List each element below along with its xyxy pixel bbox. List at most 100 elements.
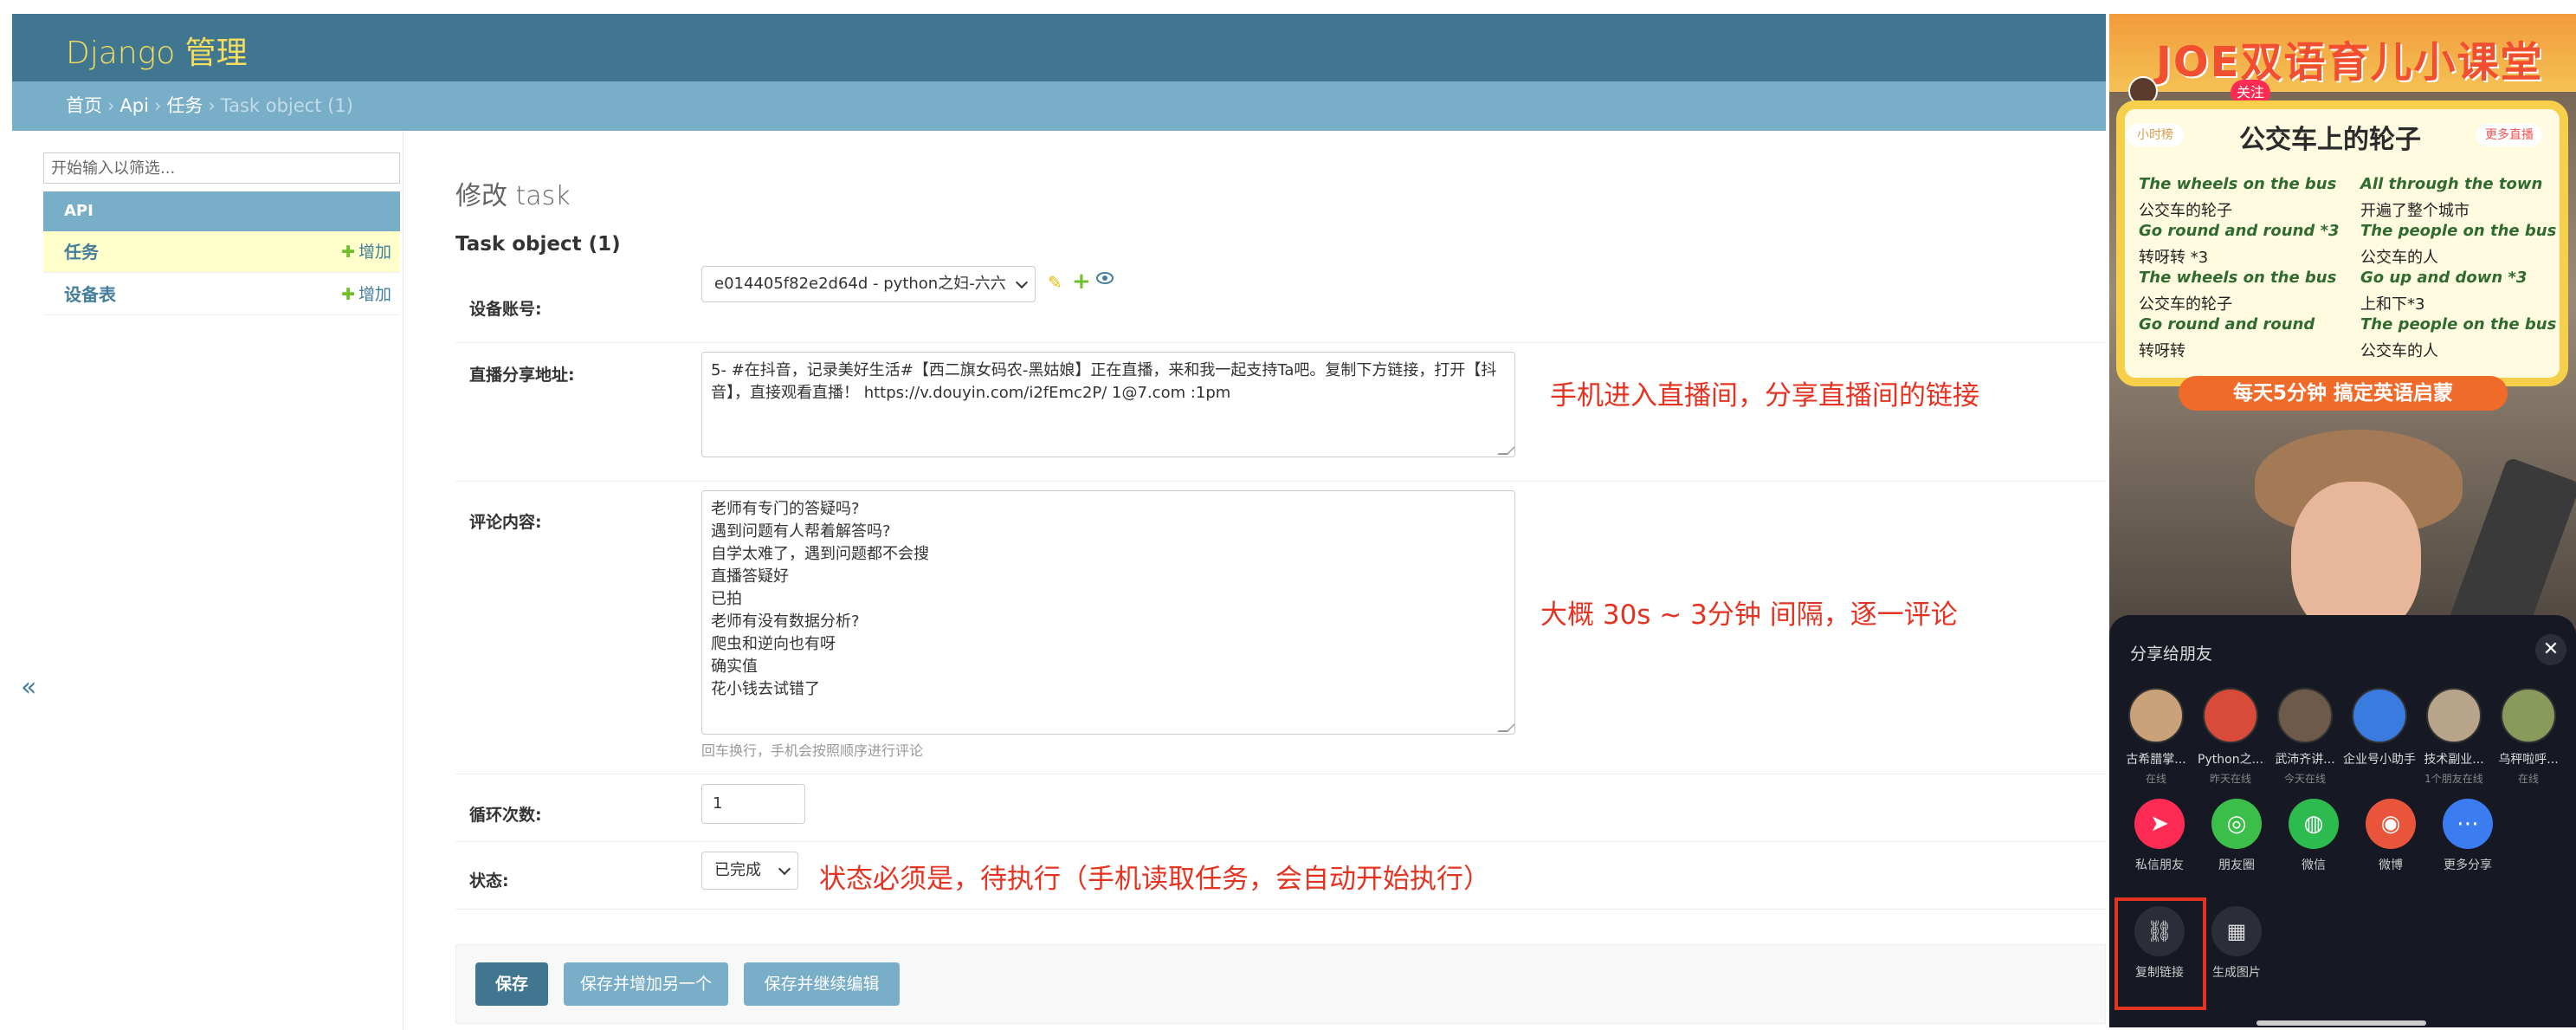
friend-status: 今天在线 <box>2283 773 2326 785</box>
nav-filter-input[interactable] <box>43 152 400 184</box>
lyric-line: The wheels on the bus <box>2139 269 2337 287</box>
home-indicator <box>2256 1020 2426 1026</box>
friend-name: 武沛齐讲... <box>2275 753 2335 767</box>
plus-icon: ✚ <box>341 285 355 304</box>
friend-name: 企业号小助手 <box>2343 753 2416 767</box>
breadcrumb-home[interactable]: 首页 <box>66 95 102 116</box>
resize-grip-icon[interactable] <box>1497 444 1514 455</box>
add-related-plus-icon[interactable]: + <box>1072 269 1091 295</box>
lyric-line: The people on the bus <box>2360 222 2557 240</box>
status-select[interactable]: 已完成 <box>701 852 798 890</box>
loop-count-input[interactable]: 1 <box>701 784 805 824</box>
breadcrumb: 首页 › Api › 任务 › Task object (1) <box>12 81 2106 131</box>
lyric-line: The people on the bus <box>2360 315 2557 334</box>
app-caption-api[interactable]: API <box>43 191 400 231</box>
lyric-line: 公交车的人 <box>2360 249 2438 267</box>
annotation-status: 状态必须是，待执行（手机读取任务，会自动开始执行） <box>819 864 1490 895</box>
direct-message-share-label: 私信朋友 <box>2135 858 2184 872</box>
save-and-continue-button[interactable]: 保存并继续编辑 <box>744 962 900 1006</box>
comment-label: 评论内容: <box>469 513 542 532</box>
share-sheet: 分享给朋友 ✕ 古希腊掌... 在线 Python之... 昨天在线 武沛齐讲... 今天… <box>2109 615 2576 1027</box>
object-title: Task object (1) <box>455 233 621 256</box>
lyrics-title: 公交车上的轮子 <box>2239 125 2421 155</box>
page-title: 修改 task <box>455 181 571 211</box>
share-url-text: 5- #在抖音，记录美好生活#【西二旗女码农-黑姑娘】正在直播，来和我一起支持T… <box>711 361 1497 402</box>
friend-status: 在线 <box>2517 773 2539 785</box>
generate-image-button[interactable]: ▦ 生成图片 <box>2200 906 2273 981</box>
sidebar-item-device: 设备表 ✚ 增加 <box>43 274 400 315</box>
more-live-tag[interactable]: 更多直播 <box>2476 124 2542 146</box>
friend-avatar <box>2501 688 2556 743</box>
edit-related-pencil-icon[interactable]: ✎ <box>1048 272 1062 293</box>
add-device-link[interactable]: ✚ 增加 <box>341 274 391 315</box>
sidebar-item-device-link[interactable]: 设备表 <box>64 284 116 305</box>
friend-name: 古希腊掌... <box>2126 753 2186 767</box>
more-share-icon: ⋯ <box>2443 799 2493 849</box>
friend-share-target[interactable]: 乌秤啦呼... 在线 <box>2490 688 2566 786</box>
weibo-share-button[interactable]: ◉ 微博 <box>2354 799 2427 873</box>
more-share-label: 更多分享 <box>2444 858 2492 872</box>
lyrics-ribbon: 每天5分钟 搞定英语启蒙 <box>2179 376 2508 411</box>
django-admin-window: Django 管理 首页›Api›任务›Task object (1) API … <box>12 14 2106 1030</box>
add-task-link[interactable]: ✚ 增加 <box>341 231 391 273</box>
friend-name: 技术副业... <box>2424 753 2484 767</box>
save-button[interactable]: 保存 <box>475 962 548 1006</box>
collapse-sidebar-icon[interactable]: « <box>21 672 36 703</box>
hourly-rank-tag[interactable]: 小时榜 <box>2127 124 2184 146</box>
friend-status: 1个朋友在线 <box>2424 773 2483 785</box>
copy-link-highlight <box>2114 897 2206 1010</box>
share-sheet-title: 分享给朋友 <box>2130 645 2213 664</box>
lyric-line: 公交车的人 <box>2360 342 2438 360</box>
site-branding[interactable]: Django 管理 <box>66 28 248 73</box>
resize-grip-icon[interactable] <box>1497 722 1514 732</box>
wechat-share-icon: ◍ <box>2289 799 2339 849</box>
breadcrumb-model[interactable]: 任务 <box>166 95 203 116</box>
lyric-line: Go up and down *3 <box>2360 269 2528 287</box>
live-room-title: JOE双语育儿小课堂 <box>2156 38 2544 87</box>
friend-share-target[interactable]: 古希腊掌... 在线 <box>2118 688 2194 786</box>
comment-textarea[interactable]: 老师有专门的答疑吗? 遇到问题有人帮着解答吗? 自学太难了，遇到问题都不会搜 直… <box>701 490 1515 735</box>
admin-header: Django 管理 <box>12 14 2106 81</box>
comment-help-text: 回车换行，手机会按照顺序进行评论 <box>701 742 924 759</box>
lyric-line: 公交车的轮子 <box>2139 295 2232 314</box>
performer-face <box>2291 482 2421 638</box>
friend-avatar <box>2128 688 2184 743</box>
nav-sidebar: API 任务 ✚增加 设备表 ✚增加 <box>12 131 404 1030</box>
breadcrumb-separator: › <box>153 95 162 116</box>
annotation-interval: 大概 30s ~ 3分钟 间隔，逐一评论 <box>1540 599 1958 631</box>
annotation-share-url: 手机进入直播间，分享直播间的链接 <box>1550 380 1979 411</box>
comment-text: 老师有专门的答疑吗? 遇到问题有人帮着解答吗? 自学太难了，遇到问题都不会搜 直… <box>711 500 929 698</box>
lyric-line: 上和下*3 <box>2360 295 2425 314</box>
breadcrumb-app[interactable]: Api <box>119 95 149 116</box>
weibo-share-label: 微博 <box>2379 858 2403 872</box>
direct-message-share-button[interactable]: ➤ 私信朋友 <box>2123 799 2196 873</box>
moments-share-button[interactable]: ◎ 朋友圈 <box>2200 799 2273 873</box>
wechat-share-button[interactable]: ◍ 微信 <box>2277 799 2350 873</box>
breadcrumb-separator: › <box>107 95 115 116</box>
sidebar-item-task-link[interactable]: 任务 <box>64 242 99 262</box>
friend-share-target[interactable]: 技术副业... 1个朋友在线 <box>2416 688 2492 786</box>
breadcrumb-separator: › <box>208 95 216 116</box>
lyric-line: Go round and round <box>2139 315 2315 334</box>
friend-avatar <box>2352 688 2407 743</box>
friend-avatar <box>2426 688 2482 743</box>
more-share-button[interactable]: ⋯ 更多分享 <box>2431 799 2504 873</box>
loop-label: 循环次数: <box>469 806 542 825</box>
save-and-add-another-button[interactable]: 保存并增加另一个 <box>564 962 728 1006</box>
weibo-share-icon: ◉ <box>2366 799 2416 849</box>
add-device-label: 增加 <box>358 285 391 304</box>
friend-share-target[interactable]: Python之... 昨天在线 <box>2192 688 2269 786</box>
generate-image-icon: ▦ <box>2211 906 2262 956</box>
device-select[interactable]: e014405f82e2d64d - python之妇-六六 <box>701 266 1036 302</box>
share-url-textarea[interactable]: 5- #在抖音，记录美好生活#【西二旗女码农-黑姑娘】正在直播，来和我一起支持T… <box>701 352 1515 457</box>
friend-name: 乌秤啦呼... <box>2498 753 2559 767</box>
lyric-line: 转呀转 *3 <box>2139 249 2209 267</box>
breadcrumb-current: Task object (1) <box>220 95 353 116</box>
lyric-line: 公交车的轮子 <box>2139 202 2232 220</box>
friend-share-target[interactable]: 企业号小助手 <box>2341 688 2418 771</box>
lyric-line: All through the town <box>2360 175 2543 193</box>
close-icon[interactable]: ✕ <box>2535 634 2566 665</box>
view-related-eye-icon[interactable] <box>1096 269 1114 287</box>
friend-share-target[interactable]: 武沛齐讲... 今天在线 <box>2267 688 2343 786</box>
lyric-line: The wheels on the bus <box>2139 175 2337 193</box>
